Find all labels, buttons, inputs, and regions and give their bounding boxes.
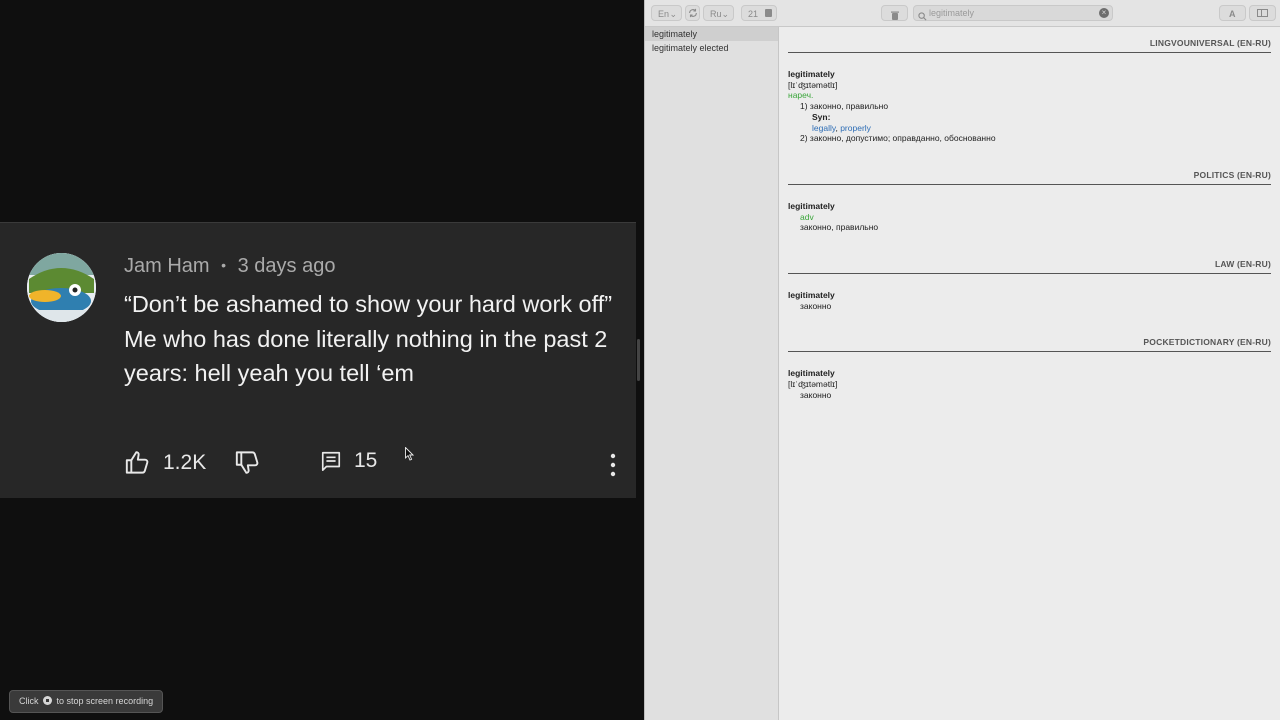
thumbs-down-icon — [234, 449, 261, 476]
comment-line-2: Me who has done literally nothing in the… — [124, 325, 608, 387]
like-count: 1.2K — [163, 450, 207, 474]
calculator-icon — [765, 9, 772, 17]
font-size-control[interactable]: 21 — [741, 5, 777, 21]
dictionary-content: LINGVOUNIVERSAL (EN-RU) legitimately [lɪ… — [788, 27, 1271, 401]
chevron-down-icon: ⌄ — [669, 9, 677, 19]
split-handle[interactable] — [637, 339, 640, 381]
reply-icon — [320, 450, 342, 472]
translation: законно, правильно — [800, 222, 879, 233]
delete-button[interactable] — [881, 5, 908, 21]
synonyms-list: legally, properly — [788, 123, 1271, 134]
dictionary-entry: legitimately [lɪˈʤɪtəmətlɪ] законно — [788, 352, 1271, 400]
dictionary-section-title: POLITICS (EN-RU) — [788, 159, 1271, 185]
target-language-label: Ru — [710, 9, 722, 19]
translation: законно — [800, 389, 832, 400]
dictionary-section-title: POCKETDICTIONARY (EN-RU) — [788, 326, 1271, 353]
font-style-label: A — [1229, 9, 1236, 19]
headword: legitimately — [788, 290, 835, 301]
comment-author[interactable]: Jam Ham — [124, 255, 210, 277]
source-language-label: En — [658, 9, 670, 19]
comment-time[interactable]: 3 days ago — [238, 255, 336, 277]
video-pane: Jam Ham • 3 days ago “Don’t be ashamed t… — [0, 0, 644, 720]
headword: legitimately — [788, 200, 835, 211]
synonym-link[interactable]: legally — [812, 123, 835, 133]
comment-text: “Don’t be ashamed to show your hard work… — [124, 287, 614, 391]
dictionary-window: En ⌄ Ru ⌄ 21 × A — [644, 0, 1280, 720]
search-icon — [918, 8, 927, 26]
word-list-item[interactable]: legitimately — [645, 27, 778, 41]
reply-button[interactable]: 15 — [320, 449, 377, 473]
thumbs-up-icon — [124, 449, 151, 476]
comment-meta: Jam Ham • 3 days ago — [124, 255, 335, 278]
headword: legitimately — [788, 368, 835, 379]
recording-text-before: Click — [19, 696, 39, 706]
dictionary-toolbar: En ⌄ Ru ⌄ 21 × A — [645, 0, 1280, 27]
source-language-select[interactable]: En ⌄ — [651, 5, 682, 21]
comment-actions: 1.2K 15 — [124, 449, 624, 483]
dislike-button[interactable] — [234, 449, 261, 476]
trash-icon — [891, 9, 899, 25]
word-list-sidebar: legitimately legitimately elected — [645, 27, 779, 720]
like-button[interactable]: 1.2K — [124, 449, 206, 476]
comment-line-1: “Don’t be ashamed to show your hard work… — [124, 291, 613, 317]
transcription: [lɪˈʤɪtəmətlɪ] — [788, 379, 838, 390]
recording-text-after: to stop screen recording — [56, 696, 154, 706]
sidebar-toggle-icon — [1257, 9, 1268, 17]
sense: 2) законно, допустимо; оправданно, обосн… — [800, 133, 996, 144]
transcription: [lɪˈʤɪtəmətlɪ] — [788, 79, 838, 90]
clear-search-icon[interactable]: × — [1099, 8, 1109, 18]
stop-recording-icon[interactable] — [43, 696, 53, 705]
dictionary-entry: legitimately законно — [788, 274, 1271, 311]
font-size-value: 21 — [748, 9, 759, 19]
comment-card: Jam Ham • 3 days ago “Don’t be ashamed t… — [0, 222, 636, 498]
dictionary-entry: legitimately [lɪˈʤɪtəmətlɪ] нареч. 1) за… — [788, 53, 1271, 144]
dictionary-entry: legitimately adv законно, правильно — [788, 185, 1271, 233]
search-input[interactable] — [929, 6, 1099, 20]
chevron-down-icon: ⌄ — [721, 9, 729, 19]
avatar[interactable] — [27, 253, 96, 322]
swap-languages-button[interactable] — [685, 5, 700, 21]
dictionary-section-title: LINGVOUNIVERSAL (EN-RU) — [788, 27, 1271, 53]
sense: 1) законно, правильно — [800, 101, 889, 112]
reply-count: 15 — [354, 449, 378, 472]
stop-recording-pill[interactable]: Click to stop screen recording — [9, 690, 164, 713]
translation: законно — [800, 300, 832, 311]
more-icon — [604, 453, 622, 477]
search-box: × — [913, 5, 1113, 21]
headword: legitimately — [788, 69, 835, 79]
word-list-item[interactable]: legitimately elected — [645, 41, 778, 55]
part-of-speech: нареч. — [788, 90, 814, 101]
synonyms-label: Syn: — [812, 111, 831, 122]
more-options-button[interactable] — [604, 453, 622, 477]
synonym-link[interactable]: properly — [840, 123, 871, 133]
part-of-speech: adv — [800, 211, 814, 222]
font-style-button[interactable]: A — [1219, 5, 1246, 21]
target-language-select[interactable]: Ru ⌄ — [703, 5, 734, 21]
dictionary-section-title: LAW (EN-RU) — [788, 248, 1271, 275]
sidebar-toggle-button[interactable] — [1249, 5, 1276, 21]
mouse-cursor-icon — [405, 446, 415, 466]
swap-icon — [688, 7, 698, 24]
meta-separator: • — [221, 257, 227, 273]
